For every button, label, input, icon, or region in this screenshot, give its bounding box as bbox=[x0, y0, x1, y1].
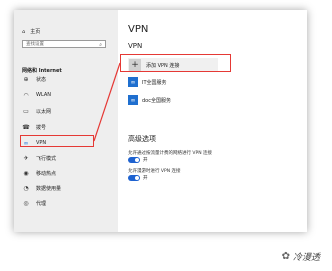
roaming-toggle[interactable] bbox=[128, 175, 140, 181]
sidebar-item-ethernet[interactable]: ▭ 以太网 bbox=[22, 106, 110, 116]
sidebar-item-label: 飞行模式 bbox=[36, 155, 57, 162]
watermark: ✿ 冷漫透 bbox=[282, 250, 320, 263]
sidebar-item-label: 数据使用量 bbox=[36, 185, 62, 192]
sidebar-item-label: 状态 bbox=[36, 76, 47, 83]
globe-icon: ⊕ bbox=[23, 75, 29, 83]
home-nav-item[interactable]: ⌂ 主页 bbox=[22, 28, 41, 36]
sidebar: ⌂ 主页 查找设置 ⌕ 网络和 Internet ⊕ 状态 ◠ WLAN ▭ 以… bbox=[14, 10, 118, 232]
home-icon: ⌂ bbox=[22, 28, 26, 35]
section-title: 网络和 Internet bbox=[22, 68, 62, 74]
vpn-highlight-box bbox=[20, 135, 94, 147]
sidebar-item-label: 代理 bbox=[36, 200, 47, 207]
sidebar-item-data-usage[interactable]: ◔ 数据使用量 bbox=[22, 183, 110, 193]
toggle-state: 开 bbox=[143, 176, 148, 181]
vpn-connection-icon: ∞ bbox=[128, 95, 138, 105]
advanced-options-title: 高级选项 bbox=[128, 135, 156, 143]
main-panel: VPN VPN + 添加 VPN 连接 ∞ IT全国服务 ∞ doc全国服务 高… bbox=[118, 10, 307, 232]
sidebar-item-label: 拨号 bbox=[36, 124, 47, 131]
add-vpn-highlight-box bbox=[120, 54, 231, 72]
home-label: 主页 bbox=[30, 29, 41, 35]
option-label: 允许漫游时进行 VPN 连接 bbox=[128, 169, 181, 174]
airplane-icon: ✈ bbox=[23, 154, 29, 162]
vpn-connection-item[interactable]: ∞ doc全国服务 bbox=[128, 94, 171, 106]
sidebar-item-hotspot[interactable]: ◉ 移动热点 bbox=[22, 168, 110, 178]
vpn-connection-label: IT全国服务 bbox=[142, 79, 167, 86]
sidebar-item-dialup[interactable]: ☎ 拨号 bbox=[22, 122, 110, 132]
data-usage-icon: ◔ bbox=[23, 184, 29, 192]
sidebar-item-label: 移动热点 bbox=[36, 170, 57, 177]
proxy-icon: ◎ bbox=[23, 199, 29, 207]
wifi-icon: ◠ bbox=[23, 91, 29, 99]
section-heading: VPN bbox=[128, 42, 143, 50]
search-placeholder: 查找设置 bbox=[26, 42, 44, 47]
option-label: 允许通过按流量计费的网络进行 VPN 连接 bbox=[128, 151, 213, 156]
vpn-connection-icon: ∞ bbox=[128, 77, 138, 87]
metered-toggle[interactable] bbox=[128, 157, 140, 163]
vpn-connection-item[interactable]: ∞ IT全国服务 bbox=[128, 76, 167, 88]
ethernet-icon: ▭ bbox=[23, 107, 29, 115]
sidebar-item-proxy[interactable]: ◎ 代理 bbox=[22, 198, 110, 208]
search-input[interactable]: 查找设置 ⌕ bbox=[22, 40, 106, 48]
toggle-state: 开 bbox=[143, 158, 148, 163]
vpn-connection-label: doc全国服务 bbox=[142, 97, 171, 104]
sidebar-item-wlan[interactable]: ◠ WLAN bbox=[22, 90, 110, 100]
sidebar-item-label: WLAN bbox=[36, 92, 52, 98]
sidebar-item-airplane[interactable]: ✈ 飞行模式 bbox=[22, 153, 110, 163]
hotspot-icon: ◉ bbox=[23, 169, 29, 177]
sidebar-item-status[interactable]: ⊕ 状态 bbox=[22, 74, 110, 84]
page-title: VPN bbox=[128, 24, 149, 35]
sidebar-item-label: 以太网 bbox=[36, 108, 52, 115]
wechat-icon: ✿ bbox=[281, 251, 290, 262]
phone-icon: ☎ bbox=[22, 123, 30, 131]
metered-toggle-row[interactable]: 开 bbox=[128, 157, 148, 163]
search-icon: ⌕ bbox=[99, 42, 102, 48]
watermark-text: 冷漫透 bbox=[292, 253, 320, 263]
roaming-toggle-row[interactable]: 开 bbox=[128, 175, 148, 181]
settings-window: ⌂ 主页 查找设置 ⌕ 网络和 Internet ⊕ 状态 ◠ WLAN ▭ 以… bbox=[14, 10, 307, 232]
